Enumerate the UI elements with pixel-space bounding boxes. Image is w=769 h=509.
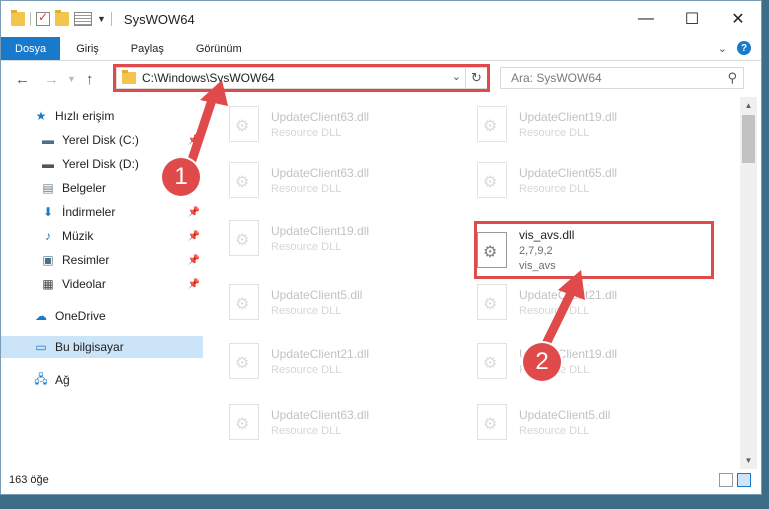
callout-badge-1: 1 [162,158,200,196]
annotation-arrows [185,80,585,351]
arrow-1 [185,80,228,171]
arrow-2 [540,270,585,351]
callout-badge-2: 2 [523,343,561,381]
